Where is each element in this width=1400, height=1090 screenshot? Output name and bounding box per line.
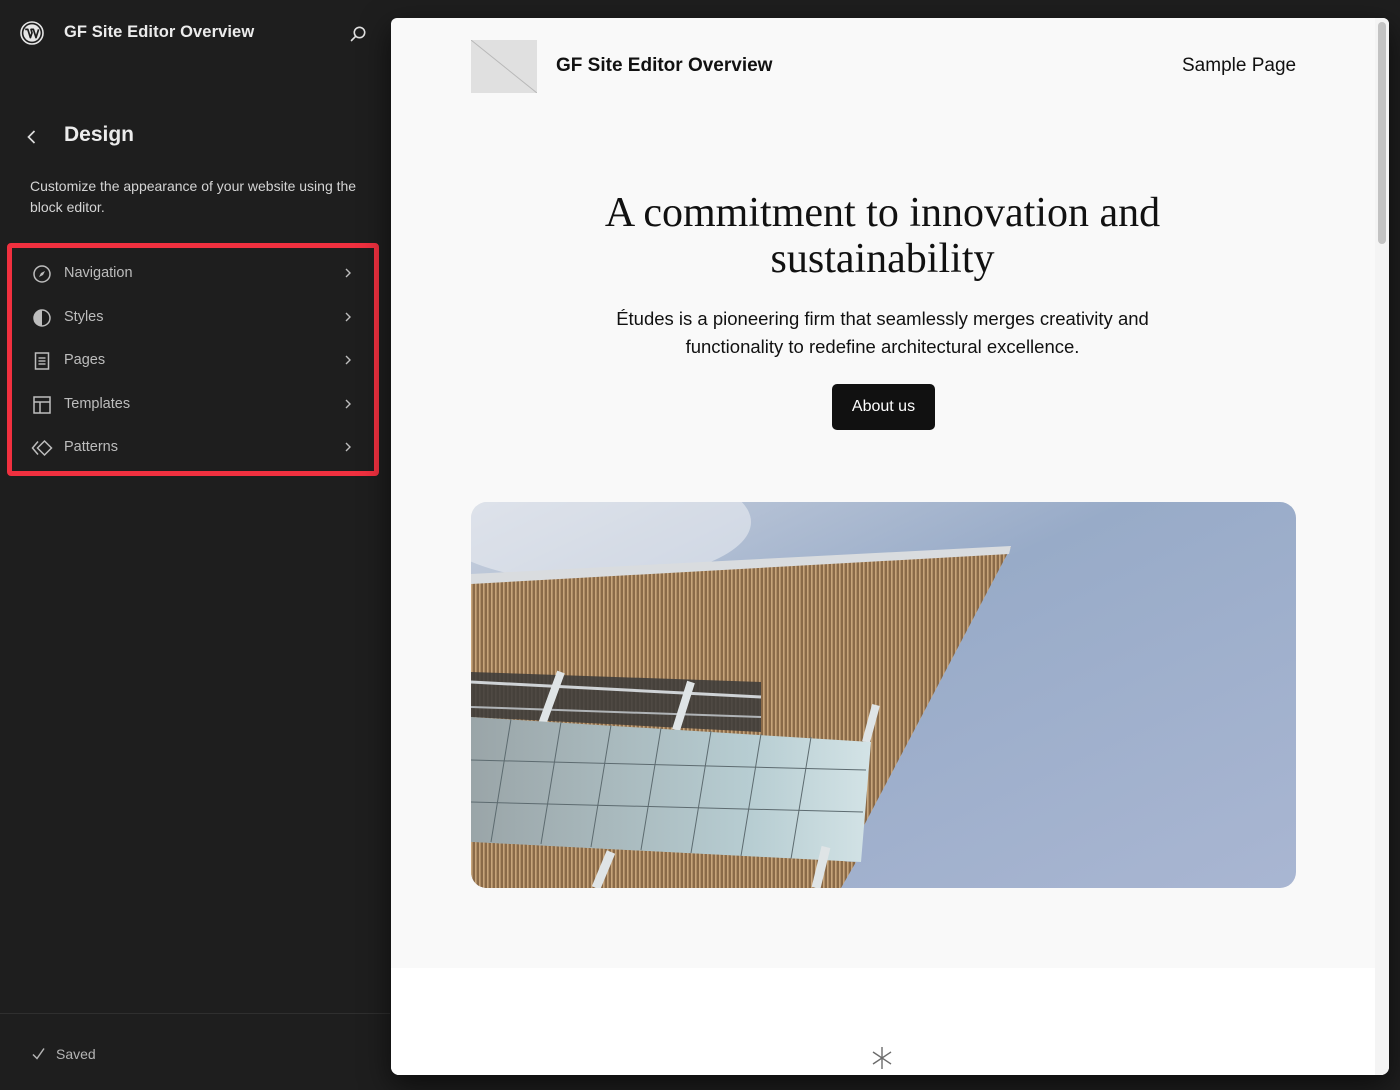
sidebar-item-styles[interactable]: Styles [14, 296, 370, 340]
check-icon [32, 1048, 45, 1060]
sidebar-item-pages[interactable]: Pages [14, 339, 370, 383]
asterisk-separator-icon [872, 1047, 892, 1069]
hero-description[interactable]: Études is a pioneering firm that seamles… [581, 305, 1184, 361]
about-us-button[interactable]: About us [832, 384, 935, 430]
diamond-symbol-icon [31, 440, 53, 457]
save-status-label: Saved [56, 1046, 96, 1062]
chevron-right-icon [345, 268, 351, 278]
sidebar-item-label: Styles [64, 308, 104, 325]
compass-icon [33, 265, 51, 283]
section-description: Customize the appearance of your website… [30, 178, 357, 215]
sidebar-header: GF Site Editor Overview [0, 0, 390, 66]
canvas-scrollbar-track[interactable] [1375, 18, 1389, 1075]
search-icon[interactable] [346, 22, 370, 46]
placeholder-diagonal-icon [471, 40, 537, 93]
preview-site-title[interactable]: GF Site Editor Overview [556, 55, 772, 77]
canvas-scrollbar-thumb[interactable] [1378, 22, 1386, 244]
design-menu: Navigation Styles Pages Templates Patter… [14, 252, 370, 470]
nav-link-sample-page[interactable]: Sample Page [1182, 55, 1296, 77]
sidebar-item-patterns[interactable]: Patterns [14, 426, 370, 470]
sidebar-item-navigation[interactable]: Navigation [14, 252, 370, 296]
sidebar-item-templates[interactable]: Templates [14, 383, 370, 427]
chevron-right-icon [345, 399, 351, 409]
chevron-right-icon [345, 355, 351, 365]
section-title: Design [64, 123, 135, 146]
sidebar-item-label: Templates [64, 395, 131, 412]
chevron-left-icon[interactable] [22, 126, 42, 148]
site-preview-canvas[interactable]: GF Site Editor Overview Sample Page A co… [391, 18, 1389, 1075]
layout-icon [33, 396, 51, 414]
sidebar-item-label: Pages [64, 352, 106, 369]
site-title[interactable]: GF Site Editor Overview [64, 23, 254, 42]
site-logo-placeholder[interactable] [471, 40, 537, 93]
wordpress-logo-icon[interactable] [20, 21, 44, 45]
page-icon [34, 352, 50, 370]
half-circle-contrast-icon [33, 308, 51, 327]
hero-heading[interactable]: A commitment to innovation and sustainab… [571, 190, 1194, 282]
footer-divider [0, 1013, 390, 1014]
sidebar-item-label: Patterns [64, 439, 118, 456]
site-editor-sidebar: GF Site Editor Overview Design Customize… [0, 0, 390, 1090]
sidebar-item-label: Navigation [64, 265, 133, 281]
chevron-right-icon [345, 312, 351, 322]
hero-image[interactable] [471, 502, 1296, 888]
chevron-right-icon [345, 442, 351, 452]
building-photo [471, 502, 1296, 888]
